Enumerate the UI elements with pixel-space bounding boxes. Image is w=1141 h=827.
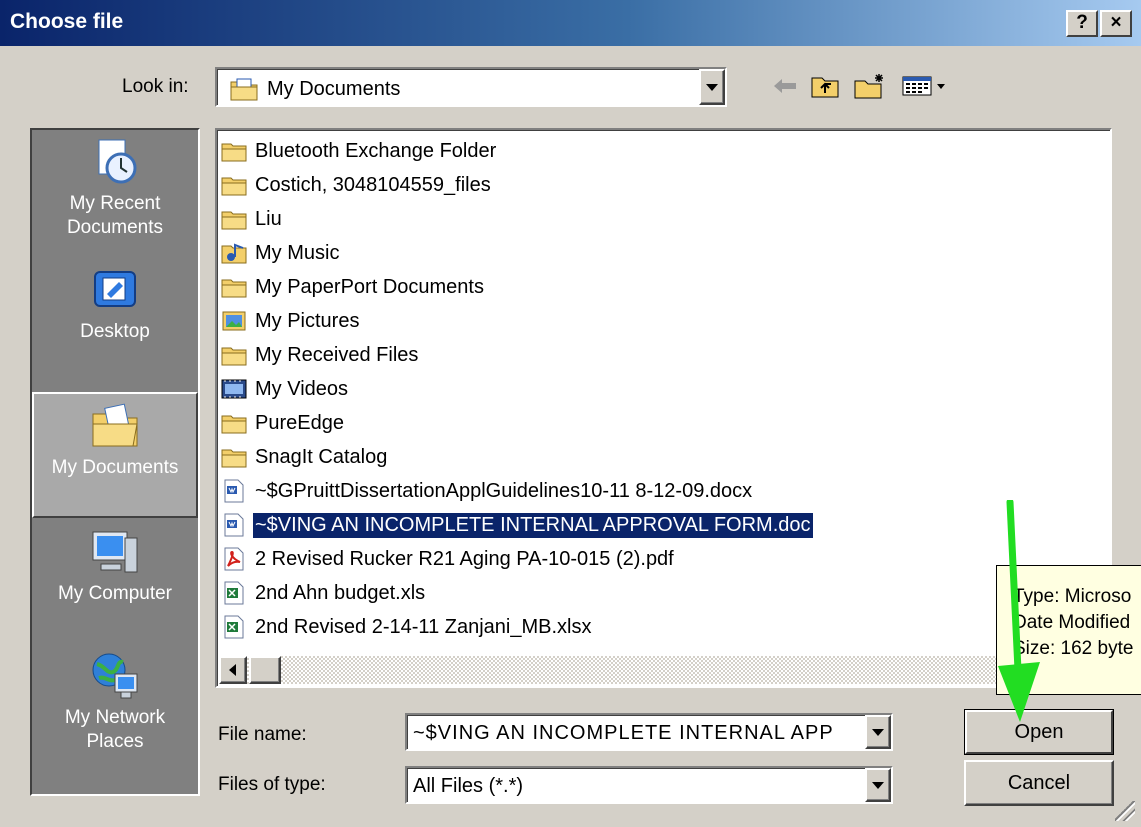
chevron-down-icon xyxy=(872,728,884,736)
back-button[interactable] xyxy=(770,72,800,100)
file-list-item[interactable]: My Received Files xyxy=(221,340,420,370)
look-in-value: My Documents xyxy=(267,77,401,100)
file-name-text: PureEdge xyxy=(255,411,344,434)
folder-icon xyxy=(221,343,247,367)
new-folder-icon xyxy=(854,74,883,99)
pdf-icon xyxy=(221,547,247,571)
place-my-recent-documents[interactable]: My Recent Documents xyxy=(32,136,198,260)
title-bar[interactable]: Choose file ? × xyxy=(0,0,1141,46)
look-in-dropdown-button[interactable] xyxy=(699,69,725,105)
file-list-item[interactable]: My PaperPort Documents xyxy=(221,272,486,302)
desktop-icon xyxy=(94,271,136,307)
word-doc-icon xyxy=(221,513,247,537)
file-name-dropdown-button[interactable] xyxy=(865,715,891,749)
place-my-network-places[interactable]: My Network Places xyxy=(32,650,198,790)
scroll-left-button[interactable] xyxy=(219,656,247,684)
view-menu-icon xyxy=(902,76,945,96)
folder-icon xyxy=(221,411,247,435)
network-places-icon xyxy=(92,653,138,699)
music-folder-icon xyxy=(221,241,247,265)
file-list-item[interactable]: Costich, 3048104559_files xyxy=(221,170,493,200)
chevron-down-icon xyxy=(872,781,884,789)
file-name-text: Bluetooth Exchange Folder xyxy=(255,139,497,162)
my-documents-icon xyxy=(92,403,138,447)
file-name-text: 2 Revised Rucker R21 Aging PA-10-015 (2)… xyxy=(255,547,674,570)
back-arrow-icon xyxy=(774,79,796,93)
files-of-type-dropdown[interactable]: All Files (*.*) xyxy=(405,766,893,804)
look-in-label: Look in: xyxy=(122,76,189,97)
resize-grip-icon[interactable] xyxy=(1115,801,1135,821)
file-list-item[interactable]: PureEdge xyxy=(221,408,346,438)
file-name-input[interactable]: ~$VING AN INCOMPLETE INTERNAL APP xyxy=(405,713,893,751)
file-name-text: My Pictures xyxy=(255,309,360,332)
file-list-item[interactable]: SnagIt Catalog xyxy=(221,442,389,472)
folder-icon xyxy=(221,173,247,197)
file-list-item[interactable]: 2nd Ahn budget.xls xyxy=(221,578,427,608)
pictures-folder-icon xyxy=(221,309,247,333)
annotation-arrow-icon xyxy=(998,500,1040,722)
recent-documents-icon xyxy=(98,139,137,184)
help-button[interactable]: ? xyxy=(1066,10,1098,37)
file-name-text: SnagIt Catalog xyxy=(255,445,388,468)
file-name-label: File name: xyxy=(218,724,307,745)
folder-icon xyxy=(221,445,247,469)
window-title: Choose file xyxy=(10,10,124,33)
file-name-value: ~$VING AN INCOMPLETE INTERNAL APP xyxy=(413,722,834,744)
horizontal-scrollbar[interactable] xyxy=(219,656,1108,684)
file-list-item[interactable]: ~$VING AN INCOMPLETE INTERNAL APPROVAL F… xyxy=(221,510,813,540)
folder-icon xyxy=(221,139,247,163)
up-folder-icon xyxy=(811,77,839,98)
files-of-type-label: Files of type: xyxy=(218,774,326,795)
file-name-text: ~$VING AN INCOMPLETE INTERNAL APPROVAL F… xyxy=(253,512,813,538)
file-list-item[interactable]: Bluetooth Exchange Folder xyxy=(221,136,498,166)
new-folder-button[interactable] xyxy=(852,72,888,100)
cancel-button[interactable]: Cancel xyxy=(964,760,1114,806)
files-of-type-dropdown-button[interactable] xyxy=(865,768,891,802)
file-name-text: My PaperPort Documents xyxy=(255,275,484,298)
place-my-documents[interactable]: My Documents xyxy=(32,392,198,518)
cancel-button-label: Cancel xyxy=(1007,771,1071,794)
file-list-item[interactable]: 2 Revised Rucker R21 Aging PA-10-015 (2)… xyxy=(221,544,676,574)
file-name-text: My Received Files xyxy=(255,343,419,366)
file-list-item[interactable]: 2nd Revised 2-14-11 Zanjani_MB.xlsx xyxy=(221,612,593,642)
folder-icon xyxy=(221,207,247,231)
word-doc-icon xyxy=(221,479,247,503)
scroll-thumb[interactable] xyxy=(249,656,281,684)
look-in-dropdown[interactable]: My Documents xyxy=(215,67,727,107)
file-list-item[interactable]: My Music xyxy=(221,238,341,268)
videos-folder-icon xyxy=(221,377,247,401)
chevron-down-icon xyxy=(706,83,718,91)
excel-icon xyxy=(221,581,247,605)
view-menu-button[interactable] xyxy=(898,72,954,100)
places-bar: My Recent Documents Desktop My Documents… xyxy=(30,128,200,796)
file-name-text: Liu xyxy=(255,207,282,230)
file-name-text: Costich, 3048104559_files xyxy=(255,173,491,196)
file-name-text: My Music xyxy=(255,241,340,264)
file-list-item[interactable]: My Videos xyxy=(221,374,350,404)
file-name-text: My Videos xyxy=(255,377,349,400)
my-computer-icon xyxy=(92,531,138,573)
place-my-computer[interactable]: My Computer xyxy=(32,526,198,644)
file-list[interactable]: Bluetooth Exchange Folder Costich, 304810… xyxy=(215,128,1112,688)
file-list-item[interactable]: My Pictures xyxy=(221,306,361,336)
my-documents-icon xyxy=(230,78,258,101)
file-name-text: ~$GPruittDissertationApplGuidelines10-11… xyxy=(255,479,753,502)
folder-icon xyxy=(221,275,247,299)
file-name-text: 2nd Revised 2-14-11 Zanjani_MB.xlsx xyxy=(255,615,592,638)
files-of-type-value: All Files (*.*) xyxy=(413,775,524,797)
file-name-text: 2nd Ahn budget.xls xyxy=(255,581,426,604)
file-list-item[interactable]: ~$GPruittDissertationApplGuidelines10-11… xyxy=(221,476,754,506)
file-list-item[interactable]: Liu xyxy=(221,204,284,234)
close-button[interactable]: × xyxy=(1100,10,1132,37)
arrow-left-icon xyxy=(229,664,236,676)
excel-icon xyxy=(221,615,247,639)
place-desktop[interactable]: Desktop xyxy=(32,264,198,388)
up-one-level-button[interactable] xyxy=(808,72,842,100)
